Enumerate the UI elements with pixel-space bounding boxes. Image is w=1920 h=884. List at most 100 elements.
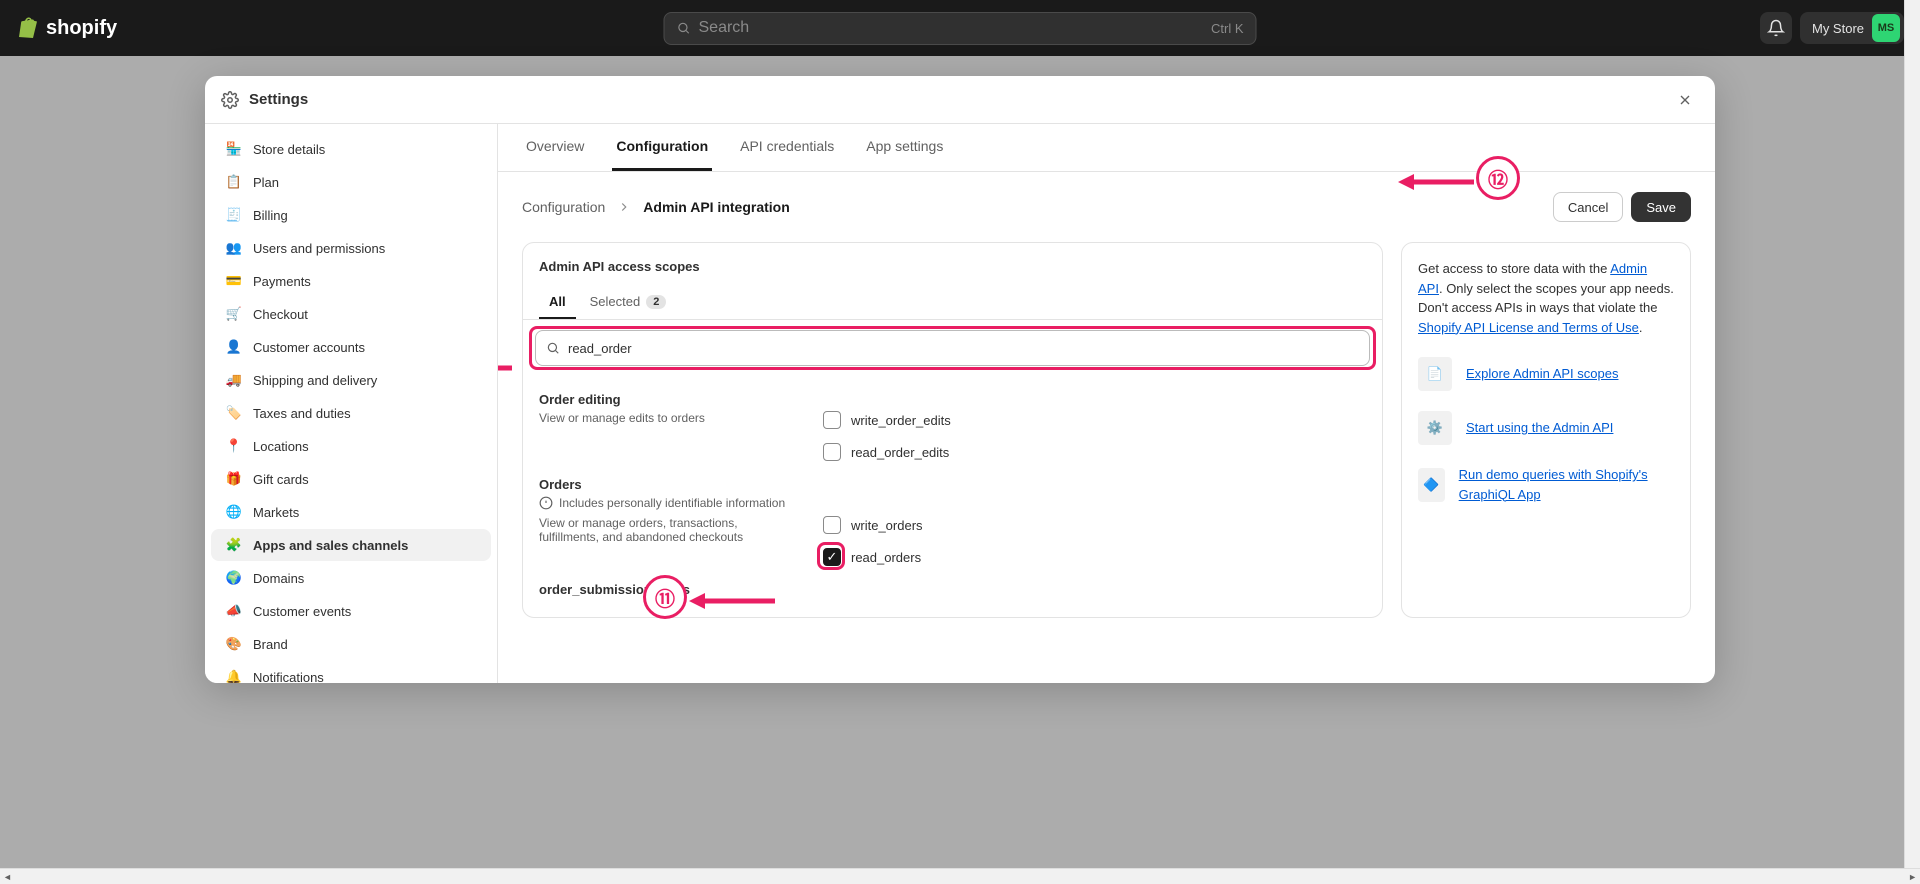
breadcrumb-current: Admin API integration — [643, 199, 789, 215]
pii-warning: Includes personally identifiable informa… — [539, 496, 1366, 510]
sidebar-item-gift-cards[interactable]: 🎁Gift cards — [211, 463, 491, 495]
close-icon — [1677, 92, 1693, 108]
scope-list: Order editing View or manage edits to ord… — [523, 376, 1382, 617]
sidebar-item-customer-events[interactable]: 📣Customer events — [211, 595, 491, 627]
tab-app-settings[interactable]: App settings — [862, 124, 947, 171]
sidebar-item-users-and-permissions[interactable]: 👥Users and permissions — [211, 232, 491, 264]
modal-header: Settings — [205, 76, 1715, 124]
sidebar-item-locations[interactable]: 📍Locations — [211, 430, 491, 462]
scope-group-desc: View or manage edits to orders — [539, 411, 799, 425]
license-link[interactable]: Shopify API License and Terms of Use — [1418, 320, 1639, 335]
search-icon — [677, 21, 691, 35]
subtab-all[interactable]: All — [539, 286, 576, 319]
info-text: Get access to store data with the Admin … — [1418, 259, 1674, 337]
sidebar-item-shipping-and-delivery[interactable]: 🚚Shipping and delivery — [211, 364, 491, 396]
scopes-card-title: Admin API access scopes — [523, 243, 1382, 286]
settings-modal: Settings 🏪Store details📋Plan🧾Billing👥Use… — [205, 76, 1715, 683]
store-label: My Store — [1812, 21, 1864, 36]
tab-configuration[interactable]: Configuration — [612, 124, 712, 171]
selected-count-badge: 2 — [646, 295, 666, 309]
sidebar-icon: 📣 — [225, 602, 243, 620]
checkbox-checked-icon: ✓ — [823, 548, 841, 566]
scope-write_orders[interactable]: write_orders — [823, 516, 923, 534]
checkbox-icon — [823, 443, 841, 461]
scope-search-input[interactable] — [568, 341, 1359, 356]
resource-icon: 🔷 — [1418, 468, 1445, 502]
settings-main: Overview Configuration API credentials App … — [498, 124, 1715, 683]
sidebar-icon: 🚚 — [225, 371, 243, 389]
sidebar-item-brand[interactable]: 🎨Brand — [211, 628, 491, 660]
search-kbd: Ctrl K — [1211, 21, 1244, 36]
sidebar-icon: 🌐 — [225, 503, 243, 521]
top-bar: shopify Search Ctrl K My Store MS — [0, 0, 1920, 56]
sidebar-icon: 👥 — [225, 239, 243, 257]
tab-api-credentials[interactable]: API credentials — [736, 124, 838, 171]
breadcrumb-parent[interactable]: Configuration — [522, 199, 605, 215]
sidebar-item-markets[interactable]: 🌐Markets — [211, 496, 491, 528]
brand-text: shopify — [46, 17, 117, 40]
sidebar-item-plan[interactable]: 📋Plan — [211, 166, 491, 198]
sidebar-icon: 👤 — [225, 338, 243, 356]
notifications-button[interactable] — [1760, 12, 1792, 44]
chevron-right-icon — [617, 200, 631, 214]
sidebar-icon: 🧾 — [225, 206, 243, 224]
scope-group-title: Orders — [539, 477, 1366, 492]
sidebar-icon: 🛒 — [225, 305, 243, 323]
shopify-logo[interactable]: shopify — [16, 16, 117, 40]
sidebar-item-domains[interactable]: 🌍Domains — [211, 562, 491, 594]
checkbox-icon — [823, 411, 841, 429]
avatar: MS — [1872, 14, 1900, 42]
sidebar-item-payments[interactable]: 💳Payments — [211, 265, 491, 297]
resource-icon: ⚙️ — [1418, 411, 1452, 445]
store-switcher[interactable]: My Store MS — [1800, 12, 1904, 44]
sidebar-item-customer-accounts[interactable]: 👤Customer accounts — [211, 331, 491, 363]
sidebar-icon: 💳 — [225, 272, 243, 290]
checkbox-icon — [823, 516, 841, 534]
resource-link: ⚙️ Start using the Admin API — [1418, 411, 1674, 445]
scope-group-title: Order editing — [539, 392, 1366, 407]
modal-title: Settings — [249, 91, 308, 108]
app-tabs: Overview Configuration API credentials App … — [498, 124, 1715, 172]
sidebar-item-billing[interactable]: 🧾Billing — [211, 199, 491, 231]
close-button[interactable] — [1671, 86, 1699, 114]
tab-overview[interactable]: Overview — [522, 124, 588, 171]
sidebar-item-store-details[interactable]: 🏪Store details — [211, 133, 491, 165]
scopes-card: Admin API access scopes All Selected 2 — [522, 242, 1383, 618]
search-icon — [546, 341, 560, 355]
sidebar-item-taxes-and-duties[interactable]: 🏷️Taxes and duties — [211, 397, 491, 429]
scope-read_orders[interactable]: ✓read_orders — [823, 548, 923, 566]
scope-search[interactable] — [535, 330, 1370, 366]
page-header: Configuration Admin API integration Canc… — [498, 172, 1715, 242]
sidebar-icon: 📍 — [225, 437, 243, 455]
sidebar-item-checkout[interactable]: 🛒Checkout — [211, 298, 491, 330]
settings-sidebar: 🏪Store details📋Plan🧾Billing👥Users and pe… — [205, 124, 498, 683]
horizontal-scrollbar[interactable] — [0, 868, 1920, 884]
scope-group-desc: View or manage orders, transactions, ful… — [539, 516, 799, 544]
global-search[interactable]: Search Ctrl K — [664, 12, 1257, 45]
sidebar-icon: 🧩 — [225, 536, 243, 554]
resource-icon: 📄 — [1418, 357, 1452, 391]
sidebar-icon: 📋 — [225, 173, 243, 191]
shopify-bag-icon — [16, 16, 40, 40]
gear-icon — [221, 91, 239, 109]
cancel-button[interactable]: Cancel — [1553, 192, 1623, 222]
scope-subtabs: All Selected 2 — [523, 286, 1382, 320]
resource-anchor[interactable]: Run demo queries with Shopify's GraphiQL… — [1459, 465, 1674, 504]
resource-link: 🔷 Run demo queries with Shopify's GraphiQ… — [1418, 465, 1674, 504]
resource-anchor[interactable]: Explore Admin API scopes — [1466, 364, 1618, 384]
subtab-selected[interactable]: Selected 2 — [580, 286, 677, 319]
vertical-scrollbar[interactable] — [1904, 0, 1920, 868]
resource-link: 📄 Explore Admin API scopes — [1418, 357, 1674, 391]
sidebar-item-apps-and-sales-channels[interactable]: 🧩Apps and sales channels — [211, 529, 491, 561]
sidebar-icon: 🔔 — [225, 668, 243, 683]
sidebar-icon: 🎨 — [225, 635, 243, 653]
save-button[interactable]: Save — [1631, 192, 1691, 222]
sidebar-icon: 🏪 — [225, 140, 243, 158]
sidebar-item-notifications[interactable]: 🔔Notifications — [211, 661, 491, 683]
search-placeholder: Search — [699, 19, 750, 37]
info-card: Get access to store data with the Admin … — [1401, 242, 1691, 618]
scope-read_order_edits[interactable]: read_order_edits — [823, 443, 951, 461]
resource-anchor[interactable]: Start using the Admin API — [1466, 418, 1613, 438]
sidebar-icon: 🏷️ — [225, 404, 243, 422]
scope-write_order_edits[interactable]: write_order_edits — [823, 411, 951, 429]
